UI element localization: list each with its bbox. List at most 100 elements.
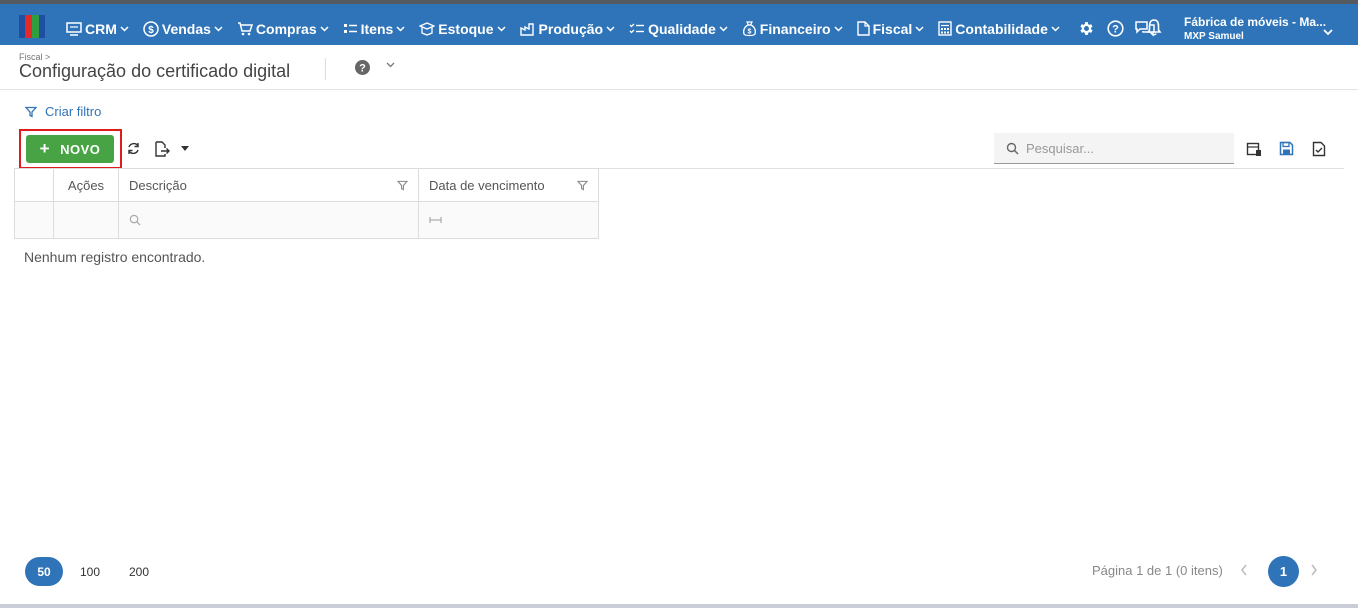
- settings-button[interactable]: [1078, 20, 1095, 37]
- main-menu: CRM $ Vendas Compras Itens Estoque Produ…: [66, 8, 1156, 49]
- search-input[interactable]: [1026, 140, 1216, 156]
- export-icon: [155, 141, 170, 157]
- page-size-100[interactable]: 100: [73, 557, 107, 586]
- company-selector[interactable]: Fábrica de móveis - Ma... MXP Samuel: [1184, 15, 1326, 42]
- chevron-right-icon: [1311, 564, 1317, 576]
- chevron-down-icon: [1323, 29, 1333, 36]
- svg-text:?: ?: [359, 63, 366, 75]
- page-title: Configuração do certificado digital: [19, 61, 291, 81]
- menu-vendas[interactable]: $ Vendas: [143, 21, 226, 37]
- new-button-label: NOVO: [60, 141, 101, 157]
- app-logo[interactable]: [19, 15, 45, 38]
- chevron-down-icon: [214, 25, 223, 32]
- filter-cell-empty: [53, 201, 119, 239]
- help-circle-icon: ?: [1107, 20, 1124, 37]
- menu-crm[interactable]: CRM: [66, 21, 132, 37]
- box-icon: [419, 21, 436, 36]
- column-header-data-vencimento[interactable]: Data de vencimento: [418, 168, 599, 202]
- help-circle-icon: ?: [355, 60, 370, 75]
- menu-contabilidade[interactable]: Contabilidade: [938, 21, 1063, 37]
- column-header-acoes: Ações: [53, 168, 119, 202]
- save-layout-button[interactable]: [1279, 141, 1294, 156]
- column-header-descricao[interactable]: Descrição: [118, 168, 419, 202]
- page-button-current[interactable]: 1: [1268, 556, 1299, 587]
- refresh-icon: [128, 142, 139, 155]
- menu-qualidade-label: Qualidade: [648, 20, 716, 37]
- chevron-down-icon: [719, 25, 728, 32]
- filter-cell-descricao[interactable]: [118, 201, 419, 239]
- dollar-circle-icon: $: [143, 20, 159, 37]
- menu-contabilidade-label: Contabilidade: [955, 20, 1048, 37]
- chevron-down-icon: [1051, 25, 1060, 32]
- grid-header-row: Ações Descrição Data de vencimento: [14, 168, 599, 202]
- company-chevron[interactable]: [1323, 23, 1333, 41]
- menu-qualidade[interactable]: Qualidade: [629, 21, 731, 37]
- data-grid: Ações Descrição Data de vencimento: [14, 168, 599, 239]
- empty-state-message: Nenhum registro encontrado.: [24, 249, 206, 265]
- search-field[interactable]: [994, 133, 1234, 164]
- column-label: Ações: [67, 177, 105, 193]
- menu-fiscal-label: Fiscal: [872, 20, 913, 37]
- chevron-down-icon: [396, 25, 405, 32]
- money-bag-icon: $: [742, 20, 756, 36]
- gear-icon: [1080, 22, 1093, 35]
- filter-cell-empty: [14, 201, 54, 239]
- menu-estoque[interactable]: Estoque: [419, 21, 508, 37]
- plus-icon: +: [39, 139, 51, 158]
- menu-vendas-label: Vendas: [161, 20, 211, 37]
- export-dropdown[interactable]: [181, 146, 189, 151]
- page-help-dropdown[interactable]: [386, 62, 395, 68]
- top-navbar: CRM $ Vendas Compras Itens Estoque Produ…: [0, 0, 1358, 45]
- page-size-200[interactable]: 200: [121, 557, 157, 586]
- range-icon: [429, 217, 442, 223]
- filter-icon[interactable]: [397, 180, 408, 191]
- column-label: Descrição: [129, 177, 187, 193]
- previous-page-button[interactable]: [1240, 564, 1248, 576]
- load-layout-button[interactable]: [1312, 141, 1326, 157]
- menu-itens[interactable]: Itens: [343, 21, 409, 37]
- page-info: Página 1 de 1 (0 itens): [1092, 563, 1223, 578]
- page-header: Fiscal > Configuração do certificado dig…: [0, 45, 1358, 90]
- menu-estoque-label: Estoque: [438, 20, 494, 37]
- search-icon: [1006, 142, 1019, 155]
- chevron-down-icon: [320, 25, 329, 32]
- menu-itens-label: Itens: [360, 20, 394, 37]
- title-divider: [325, 58, 326, 80]
- user-name: MXP Samuel: [1184, 31, 1244, 42]
- menu-producao-label: Produção: [538, 20, 604, 37]
- company-name: Fábrica de móveis - Ma...: [1184, 15, 1327, 29]
- filter-cell-data-vencimento[interactable]: [418, 201, 599, 239]
- column-chooser-button[interactable]: [1246, 141, 1262, 157]
- chevron-down-icon: [386, 62, 395, 68]
- column-label: Data de vencimento: [429, 177, 545, 193]
- notifications-button[interactable]: [1146, 18, 1162, 36]
- filter-icon[interactable]: [577, 180, 588, 191]
- menu-producao[interactable]: Produção: [519, 20, 619, 37]
- svg-text:$: $: [148, 25, 154, 36]
- cart-icon: [237, 22, 253, 36]
- search-icon: [129, 214, 141, 226]
- menu-compras[interactable]: Compras: [237, 21, 332, 37]
- page-size-50[interactable]: 50: [25, 557, 63, 586]
- help-button[interactable]: ?: [1107, 20, 1124, 37]
- bottom-edge: [0, 604, 1358, 608]
- new-button[interactable]: + NOVO: [26, 135, 114, 163]
- page-help-button[interactable]: ?: [354, 59, 371, 76]
- menu-crm-label: CRM: [85, 20, 117, 37]
- next-page-button[interactable]: [1310, 564, 1318, 576]
- svg-text:$: $: [747, 28, 751, 35]
- menu-compras-label: Compras: [255, 20, 317, 37]
- create-filter-label: Criar filtro: [45, 104, 102, 119]
- menu-fiscal[interactable]: Fiscal: [856, 20, 928, 37]
- create-filter-link[interactable]: Criar filtro: [25, 104, 101, 119]
- refresh-button[interactable]: [126, 141, 141, 156]
- crm-icon: [66, 21, 82, 36]
- factory-icon: [519, 22, 534, 36]
- select-column-header[interactable]: [14, 168, 54, 202]
- calculator-icon: [938, 21, 952, 36]
- menu-financeiro[interactable]: $ Financeiro: [742, 21, 846, 37]
- chevron-down-icon: [606, 25, 615, 32]
- menu-financeiro-label: Financeiro: [759, 20, 831, 37]
- export-button[interactable]: [154, 141, 170, 157]
- save-icon: [1279, 141, 1294, 156]
